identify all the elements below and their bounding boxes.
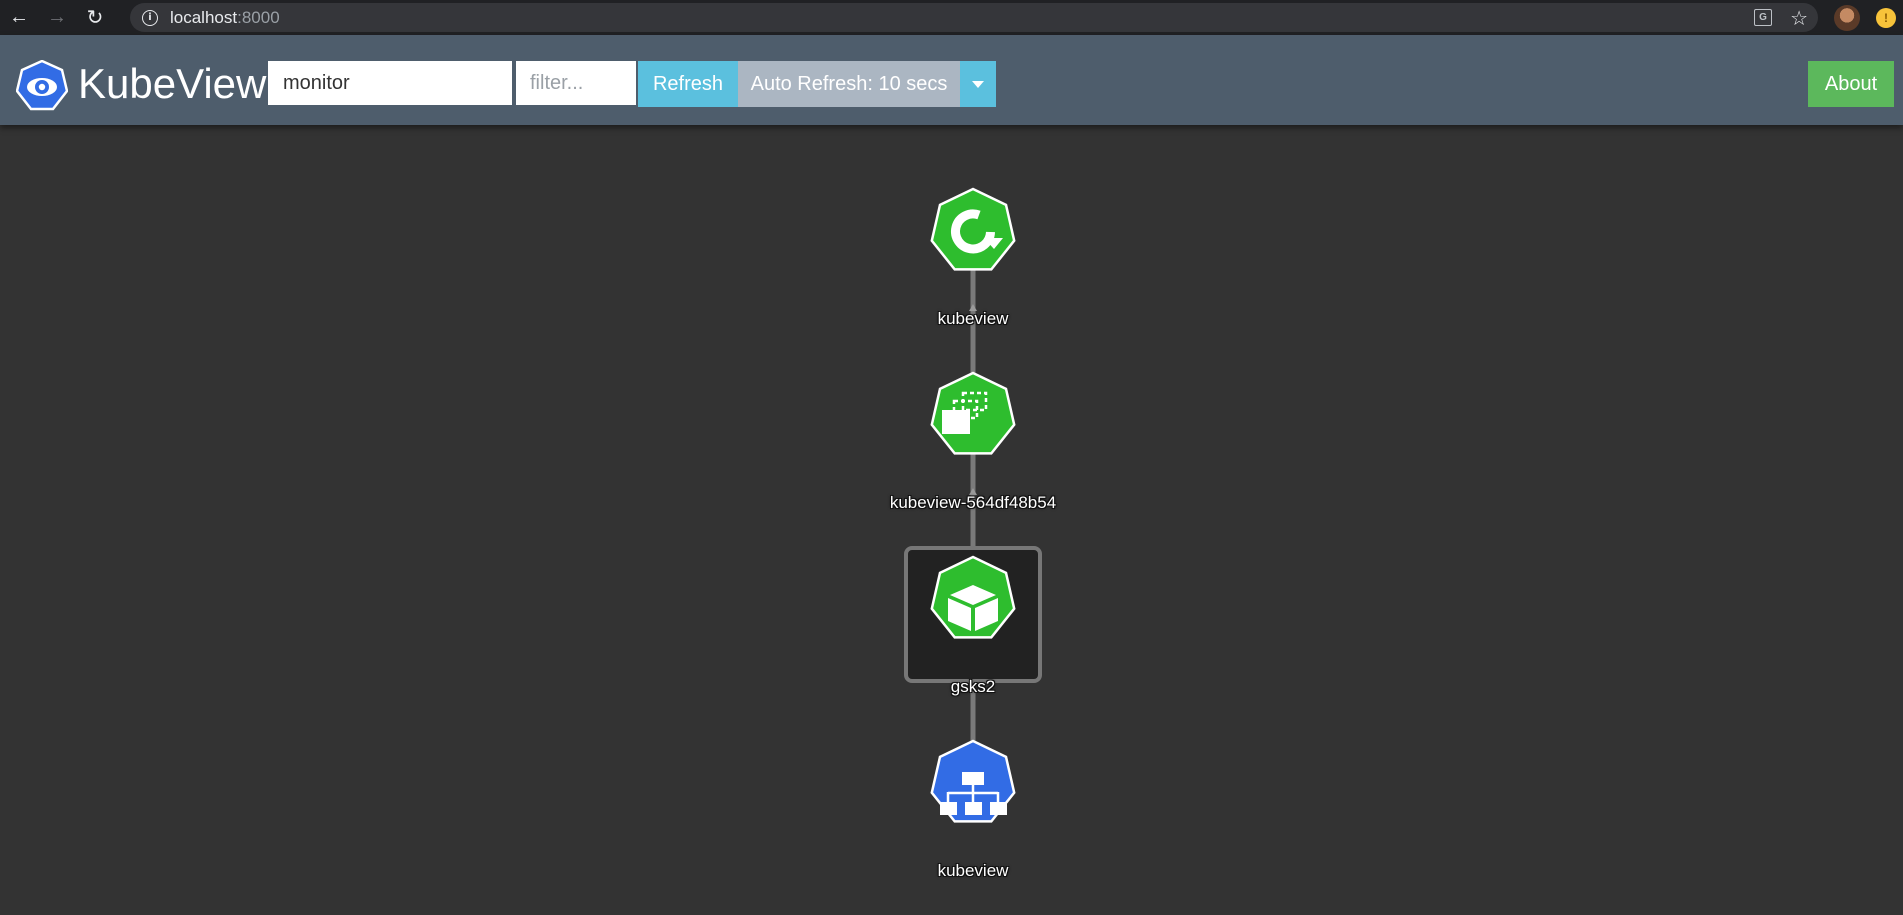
node-label-replicaset: kubeview-564df48b54	[889, 493, 1057, 512]
star-icon[interactable]: ☆	[1790, 6, 1808, 30]
url-host: localhost	[170, 7, 238, 27]
extension-icon[interactable]: !	[1876, 8, 1896, 28]
url-port: :8000	[237, 7, 280, 27]
translate-icon[interactable]: G	[1754, 9, 1773, 26]
about-button[interactable]: About	[1808, 61, 1894, 107]
node-label-deployment: kubeview	[937, 309, 1009, 328]
namespace-input[interactable]	[268, 61, 512, 105]
graph-node-deployment[interactable]	[930, 187, 1016, 271]
filter-input[interactable]	[516, 61, 636, 105]
address-bar[interactable]: i localhost:8000 G ☆	[130, 3, 1818, 32]
graph-canvas[interactable]: kubeview kubeview-564df48b54 gsks2 kubev…	[0, 125, 1903, 915]
auto-refresh-button[interactable]: Auto Refresh: 10 secs	[738, 61, 960, 107]
graph-node-service[interactable]	[930, 739, 1016, 823]
app-title: KubeView	[78, 60, 267, 107]
node-label-service: kubeview	[937, 861, 1009, 880]
caret-down-icon	[972, 80, 984, 88]
info-icon[interactable]: i	[142, 9, 158, 26]
app-navbar: KubeView Refresh Auto Refresh: 10 secs A…	[0, 35, 1903, 125]
node-label-pod: gsks2	[950, 677, 996, 696]
browser-toolbar: ← → ↻ i localhost:8000 G ☆ !	[0, 0, 1903, 35]
forward-icon[interactable]: →	[38, 0, 76, 35]
auto-refresh-dropdown-toggle[interactable]	[960, 61, 996, 107]
reload-icon[interactable]: ↻	[76, 0, 114, 35]
back-icon[interactable]: ←	[0, 0, 38, 35]
graph-svg	[904, 187, 1042, 823]
profile-avatar[interactable]	[1834, 5, 1860, 31]
refresh-button[interactable]: Refresh	[638, 61, 738, 107]
graph-node-replicaset[interactable]	[930, 371, 1016, 455]
url-text: localhost:8000	[170, 8, 280, 28]
eye-logo-icon	[16, 60, 68, 111]
